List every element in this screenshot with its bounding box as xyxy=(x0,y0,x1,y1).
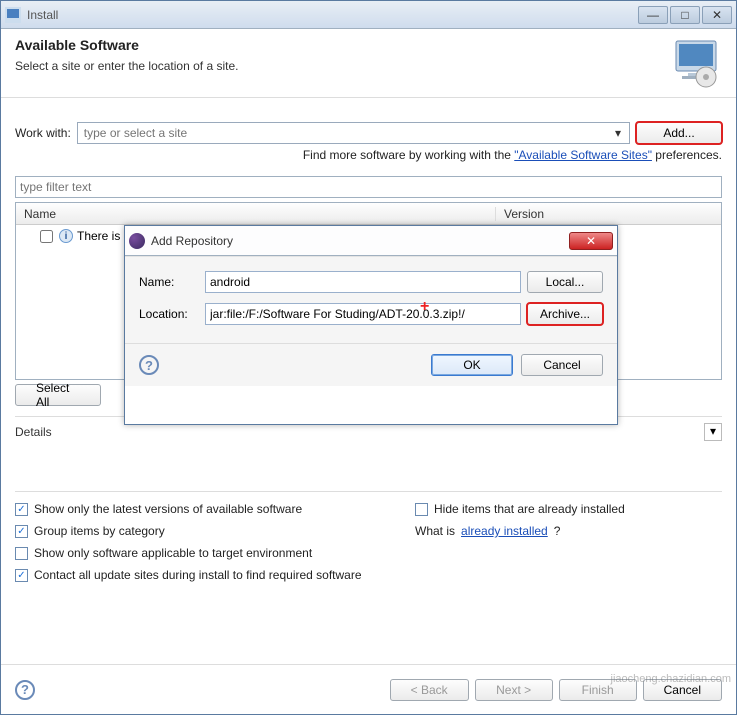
details-toggle[interactable]: ▾ xyxy=(704,423,722,441)
page-subtitle: Select a site or enter the location of a… xyxy=(15,59,670,73)
work-with-row: Work with: ▾ Add... xyxy=(15,122,722,144)
details-body xyxy=(15,441,722,481)
info-icon: i xyxy=(59,229,73,243)
minimize-button[interactable]: — xyxy=(638,6,668,24)
add-button[interactable]: Add... xyxy=(636,122,722,144)
column-name[interactable]: Name xyxy=(16,207,496,221)
available-sites-link[interactable]: "Available Software Sites" xyxy=(514,148,652,162)
local-button[interactable]: Local... xyxy=(527,271,603,293)
show-latest-label: Show only the latest versions of availab… xyxy=(34,502,302,516)
maximize-button[interactable]: □ xyxy=(670,6,700,24)
contact-all-label: Contact all update sites during install … xyxy=(34,568,362,582)
archive-button[interactable]: Archive... xyxy=(527,303,603,325)
watermark: jiaocheng.chazidian.com xyxy=(611,673,731,685)
filter-input[interactable] xyxy=(15,176,722,198)
already-installed-link[interactable]: already installed xyxy=(461,524,548,538)
work-with-combo[interactable]: ▾ xyxy=(77,122,630,144)
what-is-text: What is already installed? xyxy=(415,524,722,538)
titlebar[interactable]: Install — □ ✕ xyxy=(1,1,736,29)
back-button[interactable]: < Back xyxy=(390,679,469,701)
select-all-button[interactable]: Select All xyxy=(15,384,101,406)
hide-installed-checkbox[interactable] xyxy=(415,503,428,516)
details-label: Details xyxy=(15,425,704,439)
show-latest-checkbox[interactable]: ✓ xyxy=(15,503,28,516)
row-text: There is xyxy=(77,229,120,243)
page-title: Available Software xyxy=(15,37,670,53)
dialog-cancel-button[interactable]: Cancel xyxy=(521,354,603,376)
help-icon[interactable]: ? xyxy=(15,680,35,700)
contact-all-checkbox[interactable]: ✓ xyxy=(15,569,28,582)
show-applicable-label: Show only software applicable to target … xyxy=(34,546,312,560)
dialog-titlebar[interactable]: Add Repository ✕ xyxy=(125,226,617,256)
dialog-close-button[interactable]: ✕ xyxy=(569,232,613,250)
eclipse-icon xyxy=(129,233,145,249)
show-applicable-checkbox[interactable] xyxy=(15,547,28,560)
group-category-checkbox[interactable]: ✓ xyxy=(15,525,28,538)
wizard-header: Available Software Select a site or ente… xyxy=(1,29,736,98)
wizard-footer: ? < Back Next > Finish Cancel xyxy=(1,664,736,714)
add-repository-dialog: Add Repository ✕ Name: Local... Location… xyxy=(124,225,618,425)
name-input[interactable] xyxy=(205,271,521,293)
find-more-text: Find more software by working with the "… xyxy=(15,148,722,162)
install-icon xyxy=(670,37,722,89)
dropdown-icon[interactable]: ▾ xyxy=(611,126,625,140)
location-label: Location: xyxy=(139,307,199,321)
ok-button[interactable]: OK xyxy=(431,354,513,376)
hide-installed-label: Hide items that are already installed xyxy=(434,502,625,516)
name-label: Name: xyxy=(139,275,199,289)
location-input[interactable] xyxy=(205,303,521,325)
window-title: Install xyxy=(27,8,638,22)
app-icon xyxy=(5,7,21,23)
dialog-title: Add Repository xyxy=(151,234,569,248)
group-category-label: Group items by category xyxy=(34,524,165,538)
work-with-label: Work with: xyxy=(15,126,71,140)
work-with-input[interactable] xyxy=(82,125,611,141)
close-button[interactable]: ✕ xyxy=(702,6,732,24)
next-button[interactable]: Next > xyxy=(475,679,553,701)
column-version[interactable]: Version xyxy=(496,207,721,221)
dialog-help-icon[interactable]: ? xyxy=(139,355,159,375)
system-buttons: — □ ✕ xyxy=(638,6,732,24)
row-checkbox[interactable] xyxy=(40,230,53,243)
